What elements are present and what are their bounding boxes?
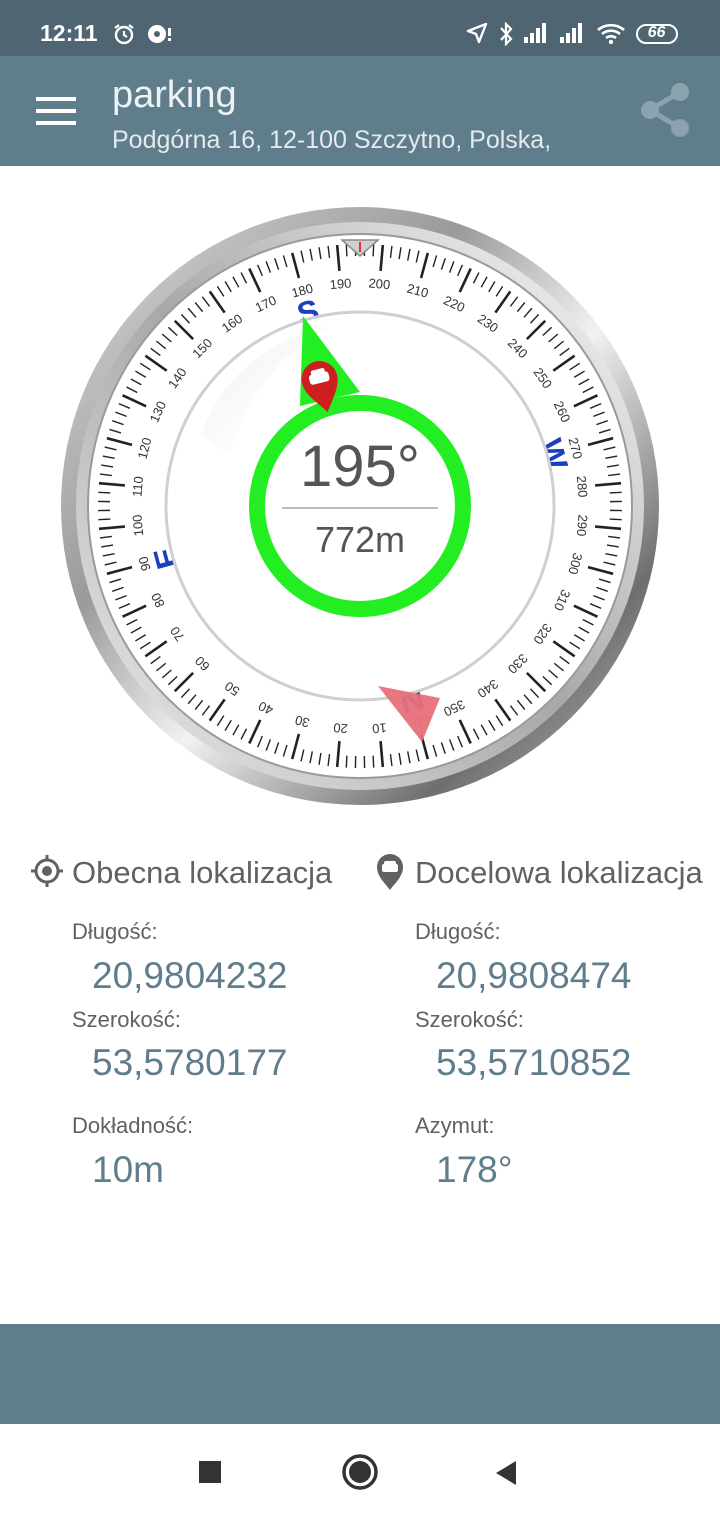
accuracy-label: Dokładność: xyxy=(72,1113,194,1138)
current-latitude-value: 53,5780177 xyxy=(92,1042,288,1083)
signal-icon xyxy=(560,23,582,43)
back-icon[interactable] xyxy=(494,1460,518,1486)
scale-tick xyxy=(609,518,622,521)
target-location-heading: Docelowa lokalizacja xyxy=(415,855,703,890)
recents-icon[interactable] xyxy=(198,1460,222,1484)
bottom-bar xyxy=(0,1324,720,1424)
app-notification-icon xyxy=(148,25,171,43)
azimuth-label: Azymut: xyxy=(415,1113,495,1138)
current-longitude-label: Długość: xyxy=(72,919,158,944)
scale-label: 110 xyxy=(129,476,146,498)
distance-readout: 772m xyxy=(315,519,405,560)
scale-label: 20 xyxy=(333,720,349,736)
menu-icon[interactable] xyxy=(36,96,76,126)
scale-label: 10 xyxy=(372,720,388,736)
accuracy-value: 10m xyxy=(92,1149,164,1190)
battery-icon: 66 xyxy=(636,24,678,44)
scale-tick xyxy=(345,755,348,768)
share-icon[interactable] xyxy=(636,82,694,140)
scale-tick xyxy=(609,491,622,494)
target-longitude-value: 20,9808474 xyxy=(436,955,632,996)
azimuth-value: 178° xyxy=(436,1149,513,1190)
scale-label: 100 xyxy=(129,514,146,537)
scale-label: 200 xyxy=(368,275,391,292)
scale-tick xyxy=(98,518,111,521)
current-longitude-value: 20,9804232 xyxy=(92,955,288,996)
current-latitude-label: Szerokość: xyxy=(72,1007,181,1032)
scale-tick xyxy=(345,244,348,257)
battery-level: 66 xyxy=(647,24,666,41)
scale-label: 290 xyxy=(574,514,591,537)
signal-icon xyxy=(524,23,546,43)
compass-dial: 0102030405060708090100110120130140150160… xyxy=(61,207,659,805)
status-time: 12:11 xyxy=(40,20,98,46)
scale-label: 190 xyxy=(329,275,352,292)
address-subtitle: Podgórna 16, 12-100 Szczytno, Polska, xyxy=(112,126,552,154)
wifi-icon xyxy=(597,23,625,45)
alarm-icon xyxy=(114,24,134,45)
app-bar: parking Podgórna 16, 12-100 Szczytno, Po… xyxy=(0,56,720,166)
scale-tick xyxy=(98,491,111,494)
bearing-readout: 195° xyxy=(300,434,420,499)
home-icon[interactable] xyxy=(341,1453,379,1491)
target-latitude-value: 53,5710852 xyxy=(436,1042,632,1083)
scale-tick xyxy=(372,244,375,257)
current-location-heading: Obecna lokalizacja xyxy=(72,855,333,890)
navigation-bar xyxy=(0,1424,720,1520)
scale-label: 280 xyxy=(574,475,591,498)
crosshair-icon xyxy=(31,855,63,887)
car-pin-icon xyxy=(377,854,403,890)
target-latitude-label: Szerokość: xyxy=(415,1007,524,1032)
bluetooth-icon xyxy=(500,22,513,46)
location-arrow-icon xyxy=(466,22,488,44)
page-title: parking xyxy=(112,74,237,116)
target-longitude-label: Długość: xyxy=(415,919,501,944)
scale-tick xyxy=(372,755,375,768)
status-bar: 12:11 66 xyxy=(0,0,720,56)
